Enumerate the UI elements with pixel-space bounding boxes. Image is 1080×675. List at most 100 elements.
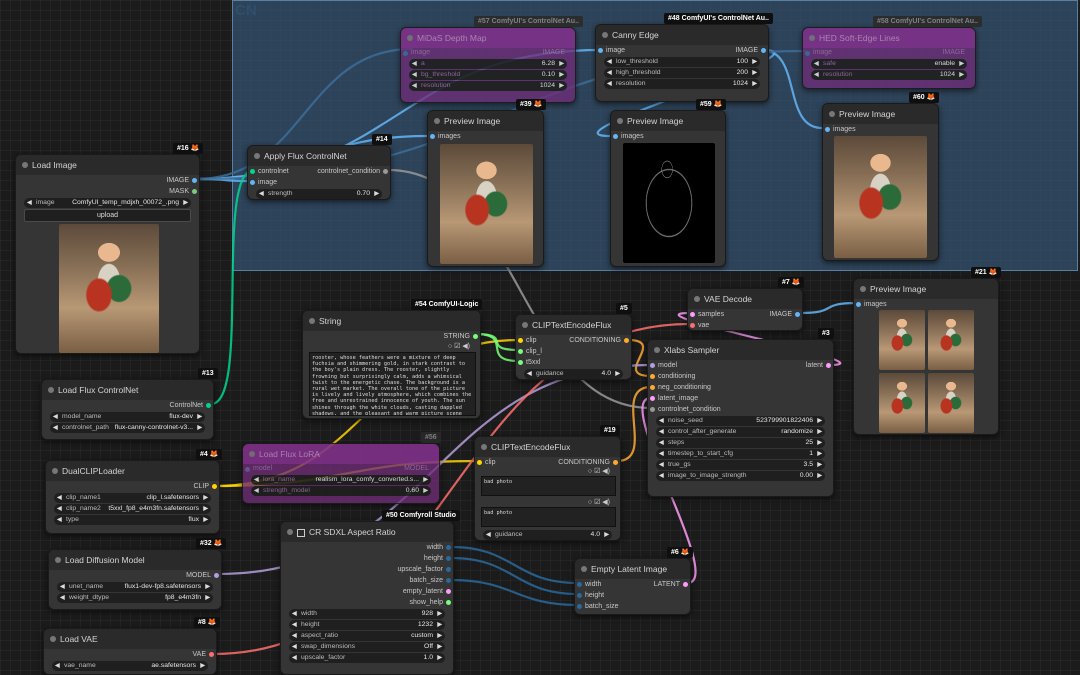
widget-controlnet-path[interactable]: ◀ controlnet_path flux-canny-controlnet-v3… [50,423,205,433]
input-controlnet-condition[interactable]: controlnet_condition [648,404,833,415]
preview-thumb-1[interactable] [879,310,925,370]
output-string[interactable]: STRING [303,331,480,342]
node-canny-edge[interactable]: #48 ComfyUI's ControlNet Au.. Canny Edge… [595,13,773,102]
widget-clip-name2[interactable]: ◀ clip_name2 t5xxl_fp8_e4m3fn.safetensors ▶ [54,504,211,514]
input-image[interactable]: image [248,177,390,188]
node-title[interactable]: Empty Latent Image [575,559,690,579]
widget-strength[interactable]: ◀ strength 0.70 ▶ [256,189,382,199]
upload-button[interactable]: upload [24,209,191,222]
input-width[interactable]: width LATENT [575,579,690,590]
node-title[interactable]: HED Soft-Edge Lines [803,28,975,48]
output-image[interactable]: IMAGE [16,175,199,186]
widget-steps[interactable]: ◀ steps 25 ▶ [656,438,825,448]
preview-thumb-3[interactable] [879,373,925,433]
input-model[interactable]: model MODEL [243,464,439,474]
input-batch-size[interactable]: batch_size [575,601,690,612]
node-title[interactable]: Apply Flux ControlNet [248,146,390,166]
widget-strength-model[interactable]: ◀ strength_model 0.60 ▶ [251,486,431,496]
input-images[interactable]: images [823,124,938,135]
node-preview-image-39[interactable]: #39 🦊 Preview Image images [427,99,547,267]
node-title[interactable]: Preview Image [823,104,938,124]
node-preview-image-59[interactable]: #59 🦊 Preview Image images [610,99,727,267]
output-upscale-factor[interactable]: upscale_factor [281,564,453,575]
widget-resolution[interactable]: ◀ resolution 1024 ▶ [811,70,967,80]
node-title[interactable]: Preview Image [611,111,725,131]
node-title[interactable]: MiDaS Depth Map [401,28,575,48]
widget-high-threshold[interactable]: ◀ high_threshold 200 ▶ [604,68,760,78]
input-latent-image[interactable]: latent_image [648,393,833,404]
input-vae[interactable]: vae [688,320,802,331]
node-cr-sdxl-aspect-ratio[interactable]: #50 Comfyroll Studio CR SDXL Aspect Rati… [280,510,461,675]
node-string[interactable]: #54 ComfyUI-Logic String STRING ○ ☑ ◀) r… [302,299,483,419]
widget-safe[interactable]: ◀ safe enable ▶ [811,59,967,69]
output-batch-size[interactable]: batch_size [281,575,453,586]
text-controls-2[interactable]: ○ ☑ ◀) [588,498,610,506]
widget-noise-seed[interactable]: ◀ noise_seed 523799901822406 ▶ [656,416,825,426]
node-load-flux-controlnet[interactable]: #13 Load Flux ControlNet ControlNet ◀ mod… [41,368,218,440]
node-title[interactable]: CLIPTextEncodeFlux [516,315,631,335]
widget-swap-dimensions[interactable]: ◀ swap_dimensions Off ▶ [289,642,445,652]
preview-thumb-4[interactable] [928,373,974,433]
input-images[interactable]: images [428,131,543,142]
widget-true-gs[interactable]: ◀ true_gs 3.5 ▶ [656,460,825,470]
widget-weight-dtype[interactable]: ◀ weight_dtype fp8_e4m3fn ▶ [57,593,213,603]
preview-thumb-2[interactable] [928,310,974,370]
widget-a[interactable]: ◀ a 6.28 ▶ [409,59,567,69]
input-height[interactable]: height [575,590,690,601]
input-image[interactable]: image IMAGE [401,48,575,58]
node-title[interactable]: DualCLIPLoader [46,461,219,481]
node-load-vae[interactable]: #8 🦊 Load VAE VAE ◀ vae_name ae.safetensor… [43,617,221,675]
input-images[interactable]: images [854,299,998,310]
node-load-diffusion-model[interactable]: #32 🦊 Load Diffusion Model MODEL ◀ unet_n… [48,538,227,610]
output-width[interactable]: width [281,542,453,553]
node-apply-flux-controlnet[interactable]: #14 Apply Flux ControlNet controlnet con… [247,134,392,200]
output-mask[interactable]: MASK [16,186,199,197]
node-title[interactable]: Load Flux ControlNet [42,380,213,400]
node-preview-image-21[interactable]: #21 🦊 Preview Image images [853,267,1002,435]
node-dual-clip-loader[interactable]: #4 🦊 DualCLIPLoader CLIP ◀ clip_name1 clip… [45,449,223,534]
node-title[interactable]: Canny Edge [596,25,768,45]
widget-width[interactable]: ◀ width 928 ▶ [289,609,445,619]
widget-unet-name[interactable]: ◀ unet_name flux1-dev-fp8.safetensors ▶ [57,582,213,592]
node-title[interactable]: Load Image [16,155,199,175]
widget-guidance[interactable]: ◀ guidance 4.0 ▶ [483,530,612,540]
collapse-checkbox-icon[interactable] [297,528,305,537]
widget-image-select[interactable]: ◀ image ComfyUI_temp_mdjxh_00072_.png ▶ [24,198,191,208]
input-t5xxl[interactable]: t5xxl [516,357,631,368]
node-empty-latent-image[interactable]: #6 🦊 Empty Latent Image width LATENT hei… [574,547,694,615]
input-image[interactable]: image IMAGE [803,48,975,58]
widget-lora-name[interactable]: ◀ lora_name realism_lora_comfy_converted.s… [251,475,431,485]
widget-clip-name1[interactable]: ◀ clip_name1 clip_l.safetensors ▶ [54,493,211,503]
input-conditioning[interactable]: conditioning [648,371,833,382]
input-model[interactable]: model latent [648,360,833,371]
string-textarea[interactable]: rooster, whose feathers were a mixture o… [309,352,476,416]
output-clip[interactable]: CLIP [46,481,219,492]
node-title[interactable]: Preview Image [428,111,543,131]
output-model[interactable]: MODEL [49,570,221,581]
input-neg-conditioning[interactable]: neg_conditioning [648,382,833,393]
node-hed-soft-edge[interactable]: #58 ComfyUI's ControlNet Au.. HED Soft-E… [802,16,982,89]
widget-vae-name[interactable]: ◀ vae_name ae.safetensors ▶ [52,661,208,671]
text-controls[interactable]: ○ ☑ ◀) [588,467,610,475]
node-title[interactable]: Load VAE [44,629,216,649]
node-title[interactable]: CLIPTextEncodeFlux [475,437,620,457]
output-empty-latent[interactable]: empty_latent [281,586,453,597]
widget-timestep-to-start-cfg[interactable]: ◀ timestep_to_start_cfg 1 ▶ [656,449,825,459]
node-title[interactable]: String [303,311,480,331]
input-image[interactable]: image IMAGE [596,45,768,56]
node-title[interactable]: Preview Image [854,279,998,299]
widget-bg-threshold[interactable]: ◀ bg_threshold 0.10 ▶ [409,70,567,80]
input-clip-l[interactable]: clip_l [516,346,631,357]
widget-control-after-generate[interactable]: ◀ control_after_generate randomize ▶ [656,427,825,437]
node-clip-text-encode-flux-19[interactable]: #19 CLIPTextEncodeFlux clip CONDITIONING… [474,425,621,541]
widget-model-name[interactable]: ◀ model_name flux-dev ▶ [50,412,205,422]
clip-l-textarea[interactable]: bad photo [481,476,616,496]
output-controlnet[interactable]: ControlNet [42,400,213,411]
output-height[interactable]: height [281,553,453,564]
output-show-help[interactable]: show_help [281,597,453,608]
widget-resolution[interactable]: ◀ resolution 1024 ▶ [409,81,567,91]
input-samples[interactable]: samples IMAGE [688,309,802,320]
node-title[interactable]: Load Diffusion Model [49,550,221,570]
input-clip[interactable]: clip CONDITIONING [516,335,631,346]
widget-resolution[interactable]: ◀ resolution 1024 ▶ [604,79,760,89]
